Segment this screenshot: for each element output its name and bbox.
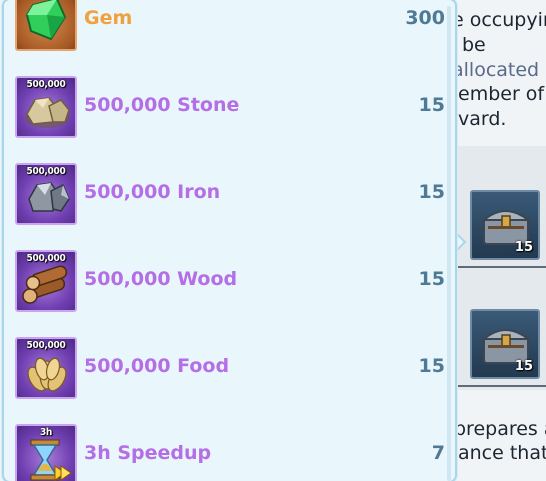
- divider: [458, 266, 546, 268]
- background-text-line: prepares a: [454, 418, 546, 440]
- reward-name: 500,000 Wood: [84, 268, 238, 290]
- reward-row-stone: 500,000 500,000 Stone 15: [4, 64, 455, 151]
- background-text-line: ance that: [458, 442, 546, 464]
- reward-name: 500,000 Stone: [84, 94, 240, 116]
- reward-row-speedup: 3h 3h Speedup 7: [4, 412, 455, 481]
- chest-reward-card[interactable]: 15: [470, 190, 540, 260]
- chest-reward-card[interactable]: 15: [470, 309, 540, 379]
- reward-icon-frame: [15, 0, 77, 51]
- reward-amount-tag: 3h: [39, 427, 53, 438]
- chest-count: 15: [514, 359, 533, 374]
- reward-quantity: 300: [405, 7, 445, 29]
- reward-quantity: 15: [418, 181, 445, 203]
- chest-count: 15: [514, 240, 533, 255]
- reward-quantity: 15: [418, 94, 445, 116]
- reward-icon-frame: 3h: [15, 424, 77, 481]
- reward-icon-frame: 500,000: [15, 250, 77, 312]
- reward-quantity: 15: [418, 268, 445, 290]
- reward-quantity: 15: [418, 355, 445, 377]
- reward-amount-tag: 500,000: [26, 340, 66, 351]
- reward-name: 3h Speedup: [84, 442, 212, 464]
- background-text-link[interactable]: allocated: [452, 61, 539, 80]
- background-text-line: ember of: [458, 83, 545, 105]
- reward-row-wood: 500,000 500,000 Wood 15: [4, 238, 455, 325]
- reward-amount-tag: 500,000: [26, 166, 66, 177]
- gem-icon: [25, 0, 67, 41]
- reward-row-gem: Gem 300: [4, 0, 455, 64]
- reward-icon-frame: 500,000: [15, 163, 77, 225]
- reward-icon-frame: 500,000: [15, 337, 77, 399]
- divider: [458, 385, 546, 387]
- reward-icon-frame: 500,000: [15, 76, 77, 138]
- reward-amount-tag: 500,000: [26, 253, 66, 264]
- reward-amount-tag: 500,000: [26, 79, 66, 90]
- reward-row-iron: 500,000 500,000 Iron 15: [4, 151, 455, 238]
- background-text-line: be: [462, 34, 486, 56]
- background-text-line: vard.: [458, 108, 507, 130]
- reward-row-food: 500,000 500,000 Food 15: [4, 325, 455, 412]
- rewards-popup: Gem 300 500,000 500,000 Stone 15 500,000: [2, 0, 457, 481]
- reward-name: Gem: [84, 7, 133, 29]
- reward-name: 500,000 Food: [84, 355, 230, 377]
- reward-name: 500,000 Iron: [84, 181, 221, 203]
- reward-quantity: 7: [431, 442, 445, 464]
- background-text-line: e occupyin: [452, 9, 546, 31]
